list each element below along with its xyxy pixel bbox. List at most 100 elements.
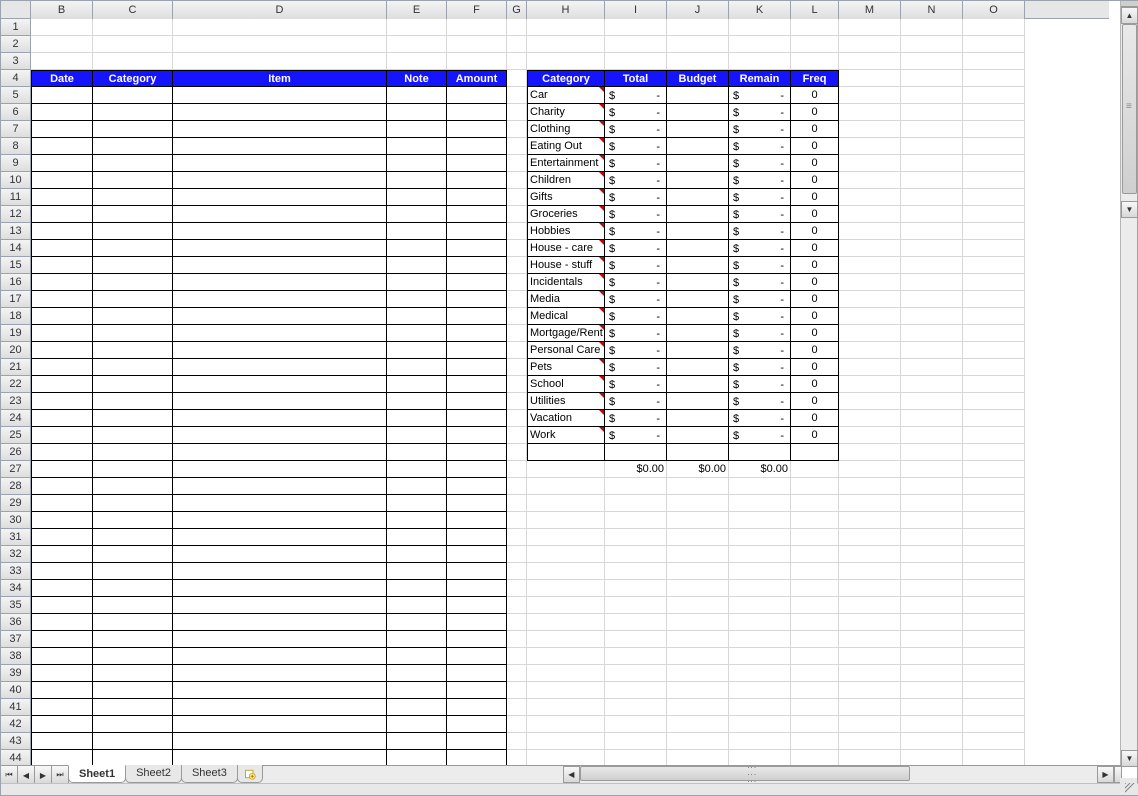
cell-M1[interactable] — [839, 19, 901, 36]
cell-L29[interactable] — [791, 495, 839, 512]
cell-N21[interactable] — [901, 359, 963, 376]
cell-N12[interactable] — [901, 206, 963, 223]
row-header-28[interactable]: 28 — [1, 478, 31, 495]
cell-O3[interactable] — [963, 53, 1025, 70]
cell-E37[interactable] — [387, 631, 447, 648]
row-header-37[interactable]: 37 — [1, 631, 31, 648]
cell-N38[interactable] — [901, 648, 963, 665]
cell-F35[interactable] — [447, 597, 507, 614]
cell-B38[interactable] — [31, 648, 93, 665]
cell-O35[interactable] — [963, 597, 1025, 614]
cell-E12[interactable] — [387, 206, 447, 223]
cell-K13[interactable]: $- — [729, 223, 791, 240]
cell-B5[interactable] — [31, 87, 93, 104]
cell-H10[interactable]: Children — [527, 172, 605, 189]
row-header-26[interactable]: 26 — [1, 444, 31, 461]
cell-I2[interactable] — [605, 36, 667, 53]
cell-C15[interactable] — [93, 257, 173, 274]
cell-F36[interactable] — [447, 614, 507, 631]
cell-O28[interactable] — [963, 478, 1025, 495]
cell-J6[interactable] — [667, 104, 729, 121]
cell-B36[interactable] — [31, 614, 93, 631]
cell-I12[interactable]: $- — [605, 206, 667, 223]
cell-O18[interactable] — [963, 308, 1025, 325]
cell-N19[interactable] — [901, 325, 963, 342]
cell-N20[interactable] — [901, 342, 963, 359]
cell-C35[interactable] — [93, 597, 173, 614]
cell-E3[interactable] — [387, 53, 447, 70]
cell-L28[interactable] — [791, 478, 839, 495]
cell-H6[interactable]: Charity — [527, 104, 605, 121]
cell-D10[interactable] — [173, 172, 387, 189]
row-header-6[interactable]: 6 — [1, 104, 31, 121]
row-header-27[interactable]: 27 — [1, 461, 31, 478]
cell-N10[interactable] — [901, 172, 963, 189]
cell-K25[interactable]: $- — [729, 427, 791, 444]
cell-J28[interactable] — [667, 478, 729, 495]
cell-B19[interactable] — [31, 325, 93, 342]
cell-K36[interactable] — [729, 614, 791, 631]
cell-C1[interactable] — [93, 19, 173, 36]
cell-J8[interactable] — [667, 138, 729, 155]
cell-D38[interactable] — [173, 648, 387, 665]
row-header-35[interactable]: 35 — [1, 597, 31, 614]
cell-E33[interactable] — [387, 563, 447, 580]
cell-N18[interactable] — [901, 308, 963, 325]
cell-M14[interactable] — [839, 240, 901, 257]
cell-G14[interactable] — [507, 240, 527, 257]
cell-L31[interactable] — [791, 529, 839, 546]
cell-J36[interactable] — [667, 614, 729, 631]
cell-G24[interactable] — [507, 410, 527, 427]
cell-M11[interactable] — [839, 189, 901, 206]
cell-L19[interactable]: 0 — [791, 325, 839, 342]
cell-O37[interactable] — [963, 631, 1025, 648]
cell-E2[interactable] — [387, 36, 447, 53]
cell-L30[interactable] — [791, 512, 839, 529]
cell-K24[interactable]: $- — [729, 410, 791, 427]
cell-D19[interactable] — [173, 325, 387, 342]
cell-H37[interactable] — [527, 631, 605, 648]
cell-N39[interactable] — [901, 665, 963, 682]
row-header-21[interactable]: 21 — [1, 359, 31, 376]
cell-E36[interactable] — [387, 614, 447, 631]
cell-K41[interactable] — [729, 699, 791, 716]
cell-F7[interactable] — [447, 121, 507, 138]
cell-I38[interactable] — [605, 648, 667, 665]
cell-O33[interactable] — [963, 563, 1025, 580]
cell-K8[interactable]: $- — [729, 138, 791, 155]
cell-L10[interactable]: 0 — [791, 172, 839, 189]
cell-G34[interactable] — [507, 580, 527, 597]
cell-E17[interactable] — [387, 291, 447, 308]
cell-H35[interactable] — [527, 597, 605, 614]
cell-N28[interactable] — [901, 478, 963, 495]
row-header-31[interactable]: 31 — [1, 529, 31, 546]
cell-K11[interactable]: $- — [729, 189, 791, 206]
cell-E9[interactable] — [387, 155, 447, 172]
cell-O32[interactable] — [963, 546, 1025, 563]
cell-I19[interactable]: $- — [605, 325, 667, 342]
cell-H32[interactable] — [527, 546, 605, 563]
cell-O26[interactable] — [963, 444, 1025, 461]
cell-M19[interactable] — [839, 325, 901, 342]
cell-L11[interactable]: 0 — [791, 189, 839, 206]
cell-I8[interactable]: $- — [605, 138, 667, 155]
cell-K1[interactable] — [729, 19, 791, 36]
cell-N25[interactable] — [901, 427, 963, 444]
cell-O6[interactable] — [963, 104, 1025, 121]
cell-H30[interactable] — [527, 512, 605, 529]
cell-F13[interactable] — [447, 223, 507, 240]
cell-D20[interactable] — [173, 342, 387, 359]
cell-O10[interactable] — [963, 172, 1025, 189]
cell-I14[interactable]: $- — [605, 240, 667, 257]
cell-I28[interactable] — [605, 478, 667, 495]
cell-N1[interactable] — [901, 19, 963, 36]
row-header-15[interactable]: 15 — [1, 257, 31, 274]
cell-L20[interactable]: 0 — [791, 342, 839, 359]
cell-N31[interactable] — [901, 529, 963, 546]
cell-K43[interactable] — [729, 733, 791, 750]
cell-B27[interactable] — [31, 461, 93, 478]
cell-C5[interactable] — [93, 87, 173, 104]
cell-J19[interactable] — [667, 325, 729, 342]
cell-E23[interactable] — [387, 393, 447, 410]
cell-E18[interactable] — [387, 308, 447, 325]
